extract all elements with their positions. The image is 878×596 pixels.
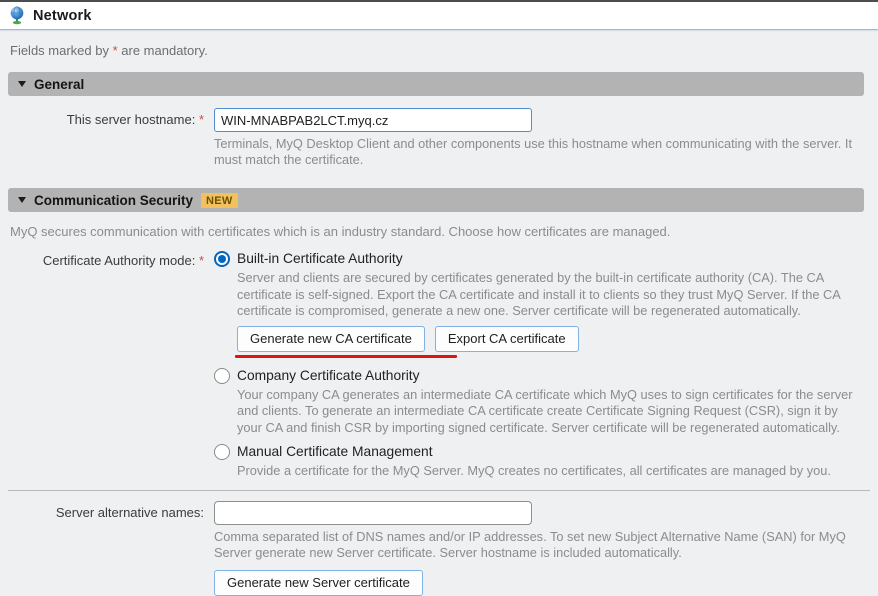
globe-icon [8, 6, 26, 25]
company-ca-description: Your company CA generates an intermediat… [237, 387, 859, 437]
hostname-field-group: Terminals, MyQ Desktop Client and other … [214, 108, 858, 168]
radio-company-ca-label: Company Certificate Authority [237, 366, 420, 386]
section-general-title: General [34, 77, 84, 92]
radio-unselected-icon[interactable] [214, 444, 230, 460]
section-comm-security[interactable]: Communication Security NEW [8, 188, 864, 212]
san-field-group: Comma separated list of DNS names and/or… [214, 501, 846, 596]
ca-mode-label-text: Certificate Authority mode: [43, 253, 195, 268]
collapse-triangle-icon [18, 81, 26, 87]
ca-mode-label: Certificate Authority mode: * [0, 249, 214, 269]
ca-mode-required-asterisk: * [199, 253, 204, 268]
export-ca-certificate-button[interactable]: Export CA certificate [435, 326, 579, 352]
section-comm-security-title: Communication Security [34, 193, 193, 208]
hostname-required-asterisk: * [199, 112, 204, 127]
new-badge: NEW [201, 193, 238, 208]
hostname-input[interactable] [214, 108, 532, 132]
mandatory-note-prefix: Fields marked by [10, 43, 113, 58]
hostname-label-text: This server hostname: [67, 112, 196, 127]
generate-ca-certificate-button[interactable]: Generate new CA certificate [237, 326, 425, 352]
radio-builtin-ca[interactable]: Built-in Certificate Authority [214, 249, 859, 269]
san-label: Server alternative names: [0, 501, 214, 521]
red-underline-annotation [235, 355, 457, 358]
ca-mode-row: Certificate Authority mode: * Built-in C… [0, 249, 878, 480]
radio-unselected-icon[interactable] [214, 368, 230, 384]
san-help: Comma separated list of DNS names and/or… [214, 529, 846, 561]
radio-selected-icon[interactable] [214, 251, 230, 267]
radio-company-ca[interactable]: Company Certificate Authority [214, 366, 859, 386]
radio-manual-cert-label: Manual Certificate Management [237, 442, 433, 462]
ca-mode-options: Built-in Certificate Authority Server an… [214, 249, 859, 480]
san-row: Server alternative names: Comma separate… [0, 501, 878, 596]
mandatory-note: Fields marked by * are mandatory. [10, 43, 878, 58]
san-input[interactable] [214, 501, 532, 525]
radio-builtin-ca-label: Built-in Certificate Authority [237, 249, 403, 269]
collapse-triangle-icon [18, 197, 26, 203]
page-title: Network [33, 8, 92, 24]
builtin-ca-description: Server and clients are secured by certif… [237, 270, 859, 320]
mandatory-note-suffix: are mandatory. [118, 43, 208, 58]
comm-security-intro: MyQ secures communication with certifica… [10, 224, 878, 239]
section-general[interactable]: General [8, 72, 864, 96]
page-header: Network [0, 2, 878, 30]
network-settings-page: Network Fields marked by * are mandatory… [0, 2, 878, 592]
radio-manual-cert[interactable]: Manual Certificate Management [214, 442, 859, 462]
section-divider [8, 490, 870, 491]
hostname-help: Terminals, MyQ Desktop Client and other … [214, 136, 858, 168]
hostname-row: This server hostname: * Terminals, MyQ D… [0, 108, 878, 168]
builtin-ca-buttons: Generate new CA certificate Export CA ce… [237, 326, 859, 352]
manual-cert-description: Provide a certificate for the MyQ Server… [237, 463, 859, 480]
hostname-label: This server hostname: * [0, 108, 214, 128]
